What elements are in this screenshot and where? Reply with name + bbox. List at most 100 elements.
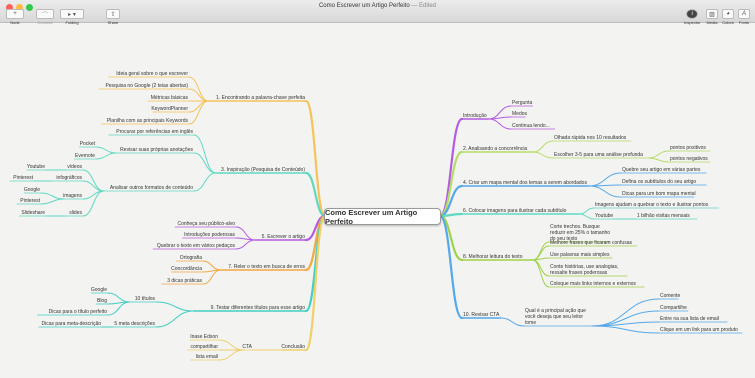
map-node-b3-2a[interactable]: Pocket xyxy=(80,141,96,147)
mind-map-canvas[interactable]: 1. Encontrando a palavra-chave perfeita I… xyxy=(0,23,755,378)
map-node-b3-3d1[interactable]: Slideshare xyxy=(21,210,45,216)
map-node-b2-1[interactable]: Olhada rápida nos 10 resultados xyxy=(554,135,627,141)
connector-line xyxy=(188,76,209,102)
connector-line xyxy=(578,213,595,220)
connector-line xyxy=(40,192,65,200)
map-node-b3-3d[interactable]: slides xyxy=(69,210,82,216)
map-node-b9[interactable]: 9. Testar diferentes títulos para esse a… xyxy=(211,305,306,311)
map-node-intro-1[interactable]: Pergunta xyxy=(512,100,533,106)
map-node-b3-2b[interactable]: Evernote xyxy=(75,153,95,159)
map-node-b4[interactable]: 4. Criar um mapa mental dos temas a sere… xyxy=(463,180,587,186)
connect-icon: ⌒ xyxy=(36,9,54,19)
connector-line xyxy=(588,172,622,187)
map-node-b5-3[interactable]: Quebrar o texto em vários pedaços xyxy=(157,243,236,249)
connector-line xyxy=(193,172,217,192)
map-node-bc-1c[interactable]: lista email xyxy=(196,354,218,360)
map-node-b9-1a[interactable]: Google xyxy=(91,287,107,293)
map-node-b6-2a[interactable]: 1 bilhão visitas mensais xyxy=(637,213,690,219)
central-topic[interactable]: Como Escrever um Artigo Perfeito xyxy=(324,208,441,226)
connector-line xyxy=(218,339,245,351)
mind-map[interactable]: 1. Encontrando a palavra-chave perfeita I… xyxy=(0,23,755,378)
map-node-b3-3c[interactable]: imagens xyxy=(63,193,82,199)
map-node-b9-2a[interactable]: Dicas para meta-descrição xyxy=(42,321,102,327)
map-node-b8-2[interactable]: Melhore frases que ficaram confusas xyxy=(550,240,632,246)
map-node-b9-2[interactable]: 5 meta descrições xyxy=(114,321,155,327)
connector-line xyxy=(532,241,550,261)
font-icon: A xyxy=(738,9,750,19)
connector-line xyxy=(188,88,209,102)
map-node-b4-2[interactable]: Defina os subtítulos do seu artigo xyxy=(622,179,696,185)
map-node-b3-3c2[interactable]: Pinterest xyxy=(20,198,40,204)
map-node-intro[interactable]: Introdução xyxy=(463,113,487,119)
map-node-b8-5[interactable]: Coloque mais links internos e externos xyxy=(550,281,636,287)
map-node-b3-1[interactable]: Procurar por referências em inglês xyxy=(116,129,193,135)
connector-line xyxy=(82,169,105,192)
map-node-b1-2[interactable]: Pesquisa no Google (2 teias abertas) xyxy=(105,83,188,89)
map-node-b8-3[interactable]: Use palavras mais simples xyxy=(550,252,610,258)
connector-line xyxy=(188,100,209,113)
map-node-b7[interactable]: 7. Reler o texto em busca de erros xyxy=(228,264,305,270)
map-node-b6-1[interactable]: Imagens ajudam a quebrar o texto e ilust… xyxy=(595,202,709,208)
map-node-b8-4[interactable]: Conte histórias, use analogias, ressalte … xyxy=(550,264,618,276)
map-node-b5-1[interactable]: Conheça seu público-alvo xyxy=(177,221,235,227)
map-node-intro-3[interactable]: Continua lendo... xyxy=(512,123,550,129)
map-node-b5[interactable]: 5. Escrever o artigo xyxy=(262,234,306,240)
connector-line xyxy=(95,152,117,160)
map-node-b1-4[interactable]: KeywordPlanner xyxy=(151,106,188,112)
connector-line xyxy=(438,214,464,262)
map-node-b4-1[interactable]: Quebre seu artigo em várias partes xyxy=(622,167,701,173)
connector-line xyxy=(488,118,512,130)
folding-icon: ▸ ▾ xyxy=(60,9,84,19)
connector-line xyxy=(202,260,222,271)
map-node-b2-2[interactable]: Escolher 3-5 para uma análise profunda xyxy=(554,152,643,158)
map-node-b1-5[interactable]: Planilha com as principais Keywords xyxy=(107,118,189,124)
map-node-b3[interactable]: 3. Inspiração (Pesquisa de Conteúdo) xyxy=(221,167,305,173)
map-node-bc[interactable]: Conclusão xyxy=(281,344,305,350)
map-node-b5-2[interactable]: Introduções poderosas xyxy=(184,232,235,238)
connector-line xyxy=(532,259,550,288)
map-node-b2-2a[interactable]: pontos positivos xyxy=(670,145,706,151)
map-node-b3-3c1[interactable]: Google xyxy=(24,187,40,193)
map-node-b10-1c[interactable]: Entre na sua lista de email xyxy=(660,316,719,322)
map-node-b3-3a1[interactable]: Youtube xyxy=(27,164,45,170)
map-node-b7-1[interactable]: Ortografia xyxy=(180,255,202,261)
map-node-b3-3b[interactable]: infográficos xyxy=(56,175,82,181)
map-node-b1[interactable]: 1. Encontrando a palavra-chave perfeita xyxy=(216,95,305,101)
map-node-b9-1[interactable]: 10 títulos xyxy=(135,296,156,302)
map-node-b1-1[interactable]: Ideia geral sobre o que escrever xyxy=(116,71,188,77)
map-node-b7-2[interactable]: Concordância xyxy=(171,266,202,272)
map-node-b3-2[interactable]: Revisar suas próprias anotações xyxy=(120,147,193,153)
connector-line xyxy=(107,292,130,303)
map-node-bc-1[interactable]: CTA xyxy=(242,344,252,350)
color-palette-icon: ◕ xyxy=(722,9,734,19)
map-node-b10-1[interactable]: Qual é a principal ação que você deseja q… xyxy=(525,308,586,326)
map-node-b3-3b1[interactable]: Pinterest xyxy=(13,175,33,181)
map-node-intro-2[interactable]: Medos xyxy=(512,111,528,117)
map-node-b9-1c[interactable]: Dicas para o título perfeito xyxy=(49,309,108,315)
map-node-b10[interactable]: 10. Revisar CTA xyxy=(463,312,500,318)
connector-line xyxy=(188,100,209,125)
map-node-b2[interactable]: 2. Analisando a concorrência xyxy=(463,146,527,152)
map-node-b1-3[interactable]: Métricas básicas xyxy=(151,95,189,101)
connector-line xyxy=(82,180,105,192)
map-node-b2-2b[interactable]: pontos negativos xyxy=(670,156,708,162)
map-node-b4-3[interactable]: Dicas para um bom mapa mental xyxy=(622,191,696,197)
map-node-b8[interactable]: 8. Melhorar leitura do texto xyxy=(463,254,523,260)
connector-line xyxy=(532,151,554,159)
map-node-b10-1a[interactable]: Comente xyxy=(660,293,681,299)
connector-line xyxy=(532,140,554,153)
map-node-b3-3[interactable]: Analisar outros formatos de conteúdo xyxy=(110,185,193,191)
connector-line xyxy=(588,185,622,198)
map-node-b9-1b[interactable]: Blog xyxy=(97,298,107,304)
connector-line xyxy=(488,116,512,120)
map-node-b6[interactable]: 6. Colocar imagens para ilustrar cada su… xyxy=(463,208,567,214)
map-node-b10-1d[interactable]: Clique em um link para um produto xyxy=(660,327,738,333)
map-node-b3-3a[interactable]: vídeos xyxy=(67,164,82,170)
map-node-bc-1a[interactable]: Inase Edson xyxy=(190,334,218,340)
map-node-b6-2[interactable]: Youtube xyxy=(595,213,613,219)
map-node-b7-3[interactable]: 3 dicas práticas xyxy=(167,278,202,284)
connector-line xyxy=(40,198,65,205)
connector-line xyxy=(193,152,217,174)
map-node-bc-1b[interactable]: compartilhar xyxy=(190,344,218,350)
map-node-b10-1b[interactable]: Compartilhe xyxy=(660,305,687,311)
